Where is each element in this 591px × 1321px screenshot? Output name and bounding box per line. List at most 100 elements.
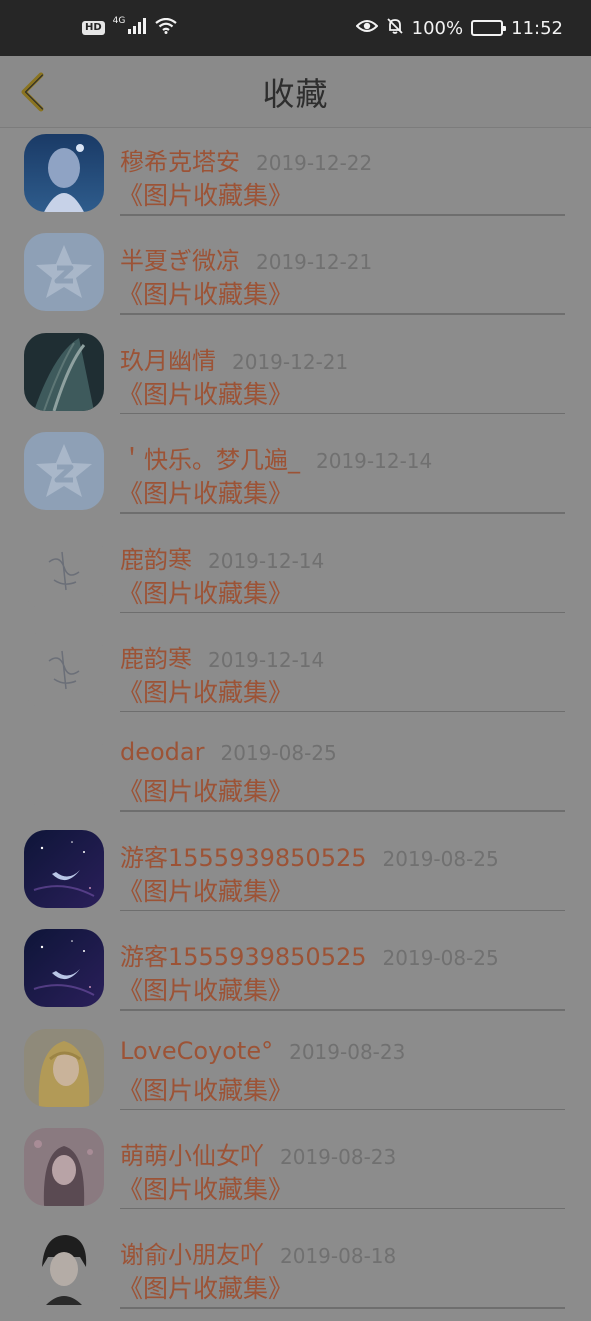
list-item[interactable]: 萌萌小仙女吖 2019-08-23 《图片收藏集》 [0,1122,591,1221]
avatar[interactable] [24,630,104,709]
divider [120,1207,565,1210]
page-title: 收藏 [262,75,329,113]
divider [120,810,565,812]
list-item[interactable]: 玖月幽情 2019-12-21 《图片收藏集》 [0,327,591,426]
collection-link[interactable]: 《图片收藏集》 [118,1170,293,1206]
item-date: 2019-12-22 [256,151,373,175]
avatar[interactable] [24,929,104,1008]
status-left: HD 4G [82,16,178,39]
collection-link[interactable]: 《图片收藏集》 [118,872,293,908]
collection-link[interactable]: 《图片收藏集》 [118,275,293,311]
list-item[interactable]: 游客1555939850525 2019-08-25 《图片收藏集》 [0,923,591,1022]
list-item[interactable]: deodar 2019-08-25 《图片收藏集》 [0,724,591,823]
battery-percent: 100% [411,17,464,39]
collection-link[interactable]: 《图片收藏集》 [118,971,293,1007]
item-date: 2019-12-14 [208,647,325,672]
user-name[interactable]: 鹿韵寒 [120,540,192,575]
divider [120,909,565,912]
network-type: 4G [112,16,126,26]
user-name[interactable]: 萌萌小仙女吖 [120,1136,264,1171]
collection-link[interactable]: 《图片收藏集》 [118,1269,293,1305]
avatar[interactable] [24,1227,104,1306]
item-header: 穆希克塔安 2019-12-22 [120,142,567,177]
item-header: 游客1555939850525 2019-08-25 [120,838,567,873]
user-name[interactable]: 谢俞小朋友吖 [120,1235,264,1270]
avatar[interactable] [24,332,104,411]
list-item[interactable]: 鹿韵寒 2019-12-14 《图片收藏集》 [0,625,591,724]
avatar[interactable] [24,134,104,212]
list-item[interactable]: 穆希克塔安 2019-12-22 《图片收藏集》 [0,128,591,227]
avatar[interactable] [24,432,104,511]
avatar[interactable] [24,1127,104,1206]
avatar[interactable] [24,233,104,312]
list-item[interactable]: 鹿韵寒 2019-12-14 《图片收藏集》 [0,526,591,625]
divider [120,611,565,614]
item-date: 2019-08-25 [382,846,499,871]
user-name[interactable]: 游客1555939850525 [120,937,367,972]
collection-link[interactable]: 《图片收藏集》 [118,375,293,411]
list-item[interactable]: 谢俞小朋友吖 2019-08-18 《图片收藏集》 [0,1221,591,1320]
item-header: 半夏ぎ微凉 2019-12-21 [120,241,567,276]
favorites-list: 穆希克塔安 2019-12-22 《图片收藏集》 半夏ぎ微凉 2019-12-2… [0,128,591,1321]
back-button[interactable] [10,70,54,114]
eye-icon [355,18,379,39]
mute-bell-icon [386,17,404,40]
item-date: 2019-12-14 [208,548,325,573]
user-name[interactable]: deodar [120,738,205,766]
wifi-icon [155,17,178,39]
divider [120,313,565,315]
item-date: 2019-08-18 [280,1244,397,1269]
item-date: 2019-12-21 [256,250,373,275]
item-header: 鹿韵寒 2019-12-14 [120,540,567,575]
user-name[interactable]: LoveCoyote° [120,1037,273,1065]
item-header: ＇快乐。梦几遍_ 2019-12-14 [120,440,567,475]
signal-icon [127,17,147,39]
user-name[interactable]: 鹿韵寒 [120,639,192,674]
chevron-left-icon [21,72,44,112]
list-item[interactable]: 半夏ぎ微凉 2019-12-21 《图片收藏集》 [0,227,591,326]
divider [120,412,565,415]
user-name[interactable]: 玖月幽情 [120,341,216,376]
list-item[interactable]: 游客1555939850525 2019-08-25 《图片收藏集》 [0,824,591,923]
hd-badge: HD [82,21,105,35]
user-name[interactable]: 穆希克塔安 [120,142,240,177]
divider [120,512,565,514]
avatar[interactable] [24,1028,104,1107]
divider [120,1307,565,1309]
item-header: 玖月幽情 2019-12-21 [120,341,567,376]
avatar[interactable] [24,531,104,610]
item-date: 2019-12-21 [232,349,349,374]
collection-link[interactable]: 《图片收藏集》 [118,176,293,212]
status-bar: HD 4G 100% 11:52 [0,0,591,56]
user-name[interactable]: 游客1555939850525 [120,838,367,873]
item-header: deodar 2019-08-25 [120,738,567,766]
item-date: 2019-08-23 [289,1039,406,1064]
item-header: 游客1555939850525 2019-08-25 [120,937,567,972]
list-item[interactable]: ＇快乐。梦几遍_ 2019-12-14 《图片收藏集》 [0,426,591,525]
top-bar: 收藏 [0,56,591,128]
collection-link[interactable]: 《图片收藏集》 [118,673,293,709]
avatar[interactable] [24,730,104,809]
list-item[interactable]: LoveCoyote° 2019-08-23 《图片收藏集》 [0,1023,591,1122]
user-name[interactable]: ＇快乐。梦几遍_ [120,440,300,475]
item-header: LoveCoyote° 2019-08-23 [120,1037,567,1065]
collection-link[interactable]: 《图片收藏集》 [118,1071,293,1107]
item-header: 谢俞小朋友吖 2019-08-18 [120,1235,567,1270]
user-name[interactable]: 半夏ぎ微凉 [120,241,240,276]
divider [120,1108,565,1111]
collection-link[interactable]: 《图片收藏集》 [118,574,293,610]
avatar[interactable] [24,829,104,908]
item-date: 2019-08-25 [382,946,499,971]
divider [120,710,565,713]
divider [120,214,565,216]
collection-link[interactable]: 《图片收藏集》 [118,474,293,510]
divider [120,1009,565,1011]
collection-link[interactable]: 《图片收藏集》 [118,772,293,808]
item-date: 2019-08-25 [220,741,337,766]
item-date: 2019-12-14 [316,449,433,474]
status-right: 100% 11:52 [355,17,563,40]
item-date: 2019-08-23 [280,1144,397,1169]
item-header: 鹿韵寒 2019-12-14 [120,639,567,674]
item-header: 萌萌小仙女吖 2019-08-23 [120,1136,567,1171]
battery-icon [471,20,507,36]
